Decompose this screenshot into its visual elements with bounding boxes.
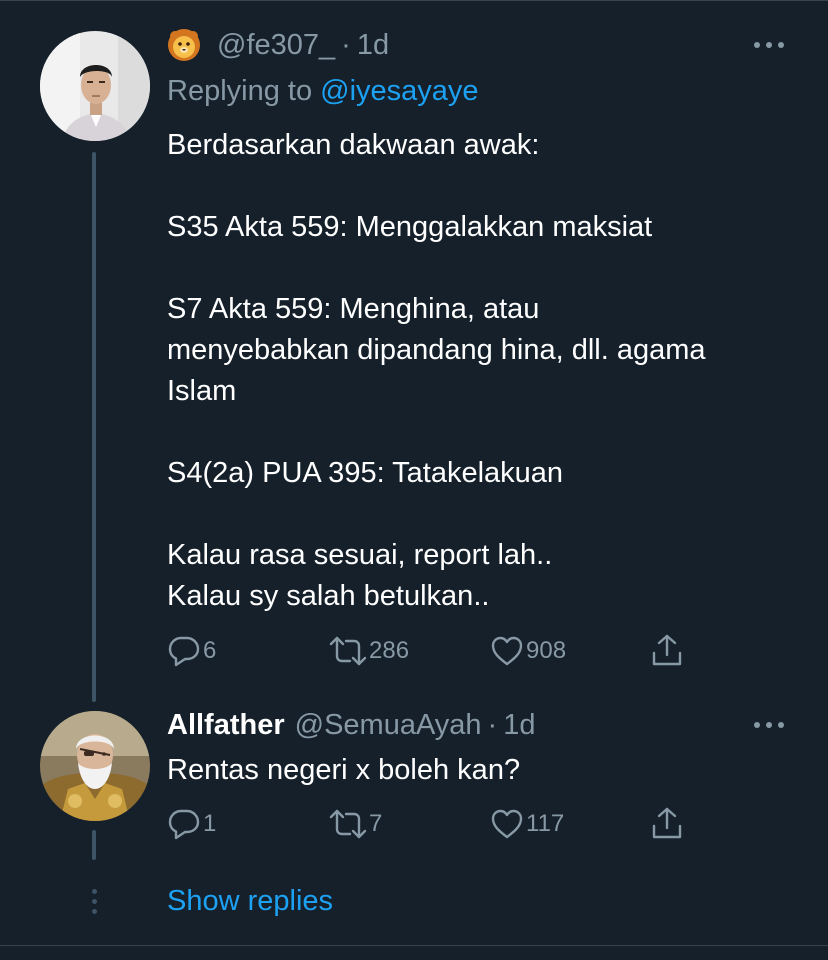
retweet-icon xyxy=(329,634,367,668)
timeline: @fe307_ · 1d Replying to @iyesayaye Berd… xyxy=(0,0,828,960)
thread-line xyxy=(92,830,96,860)
share-icon xyxy=(651,633,683,667)
divider xyxy=(0,945,828,946)
reply-count: 6 xyxy=(203,637,217,664)
replying-to: Replying to @iyesayaye xyxy=(167,73,479,109)
like-count: 908 xyxy=(526,637,567,664)
thread-line xyxy=(92,152,96,702)
tweet-text: Rentas negeri x boleh kan? xyxy=(167,754,521,786)
divider xyxy=(0,0,828,1)
retweet-count: 286 xyxy=(369,637,410,664)
thread-dot xyxy=(92,909,97,914)
share-icon xyxy=(651,806,683,840)
tweet-text: Berdasarkan dakwaan awak: S35 Akta 559: … xyxy=(167,129,706,612)
tweet-time[interactable]: 1d xyxy=(357,27,389,63)
retweet-icon xyxy=(329,807,367,841)
avatar-fe307[interactable] xyxy=(40,31,150,141)
reply-count: 1 xyxy=(203,810,217,837)
more-options-icon[interactable] xyxy=(754,720,784,730)
reply-button[interactable]: 6 xyxy=(167,634,216,668)
separator: · xyxy=(341,29,351,61)
lion-face-icon xyxy=(167,28,201,62)
display-name[interactable]: Allfather xyxy=(167,707,285,743)
share-button[interactable] xyxy=(651,633,683,667)
avatar-allfather[interactable] xyxy=(40,711,150,821)
retweet-count: 7 xyxy=(369,810,383,837)
retweet-button[interactable]: 286 xyxy=(329,634,409,668)
more-options-icon[interactable] xyxy=(754,40,784,50)
tweet-handle[interactable]: @fe307_ xyxy=(217,27,335,63)
like-count: 117 xyxy=(526,810,565,837)
reply-icon xyxy=(167,634,201,668)
thread-dot xyxy=(92,889,97,894)
show-replies-link[interactable]: Show replies xyxy=(167,883,333,919)
share-button[interactable] xyxy=(651,806,683,840)
heart-icon xyxy=(490,634,524,668)
tweet-header: Allfather @SemuaAyah · 1d xyxy=(167,707,535,743)
separator: · xyxy=(487,709,498,741)
tweet-handle[interactable]: @SemuaAyah xyxy=(295,707,482,743)
heart-icon xyxy=(490,807,524,841)
like-button[interactable]: 908 xyxy=(490,634,566,668)
tweet-time[interactable]: 1d xyxy=(503,707,535,743)
thread-dot xyxy=(92,899,97,904)
reply-icon xyxy=(167,807,201,841)
like-button[interactable]: 117 xyxy=(490,807,564,841)
retweet-button[interactable]: 7 xyxy=(329,807,382,841)
reply-button[interactable]: 1 xyxy=(167,807,216,841)
replying-mention[interactable]: @iyesayaye xyxy=(320,75,478,107)
replying-prefix: Replying to xyxy=(167,75,313,107)
tweet-header: @fe307_ · 1d xyxy=(167,27,389,63)
